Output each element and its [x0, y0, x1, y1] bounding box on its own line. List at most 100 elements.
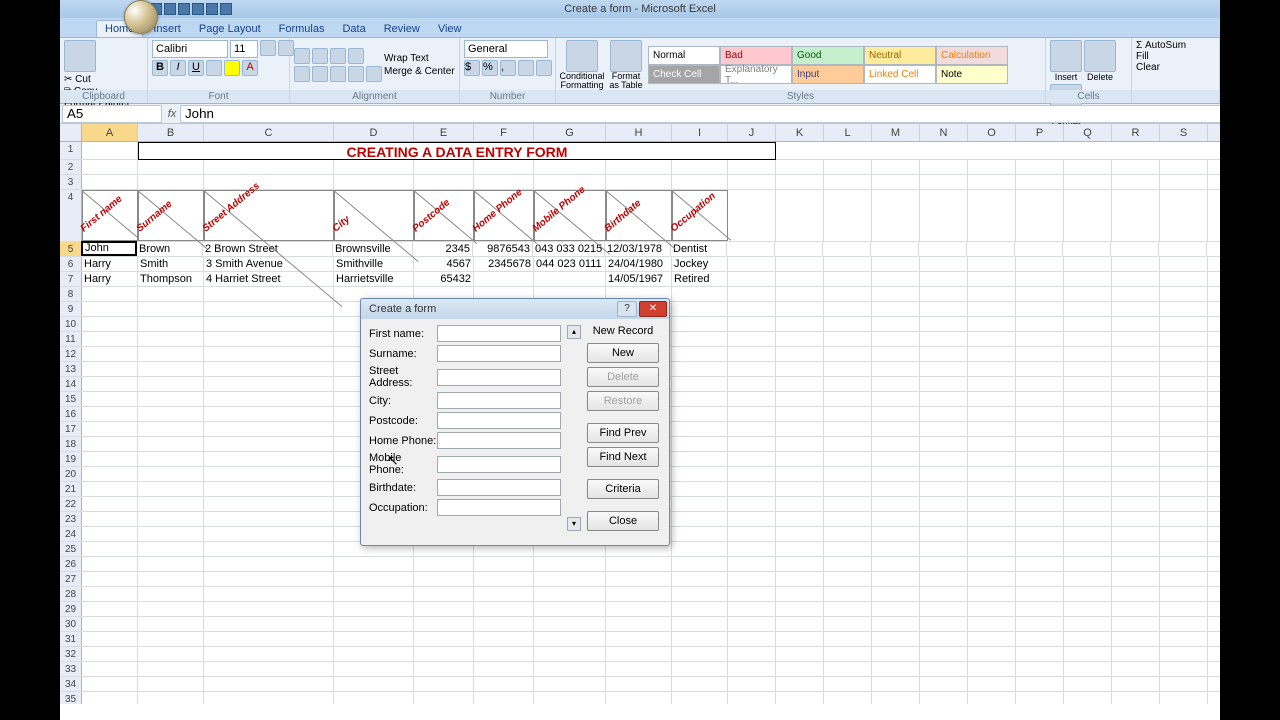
cell[interactable] [824, 347, 872, 361]
cell[interactable] [534, 160, 606, 174]
cell[interactable] [728, 272, 776, 286]
cell[interactable] [872, 497, 920, 511]
cell[interactable]: 3 Smith Avenue [204, 257, 334, 271]
cell[interactable] [824, 287, 872, 301]
cell[interactable] [672, 452, 728, 466]
cell[interactable] [920, 542, 968, 556]
dialog-close-button[interactable]: ✕ [639, 301, 667, 317]
cell[interactable] [776, 482, 824, 496]
cell[interactable]: Jockey [672, 257, 728, 271]
qat-form-icon[interactable] [220, 3, 232, 15]
cell[interactable] [204, 692, 334, 704]
cell[interactable] [204, 377, 334, 391]
cell[interactable] [1160, 662, 1208, 676]
cell[interactable] [1112, 287, 1160, 301]
cell[interactable] [138, 482, 204, 496]
row-header[interactable]: 1 [60, 142, 82, 159]
cell[interactable] [204, 632, 334, 646]
cell[interactable] [334, 662, 414, 676]
col-header-C[interactable]: C [204, 124, 334, 141]
cell[interactable] [872, 272, 920, 286]
cell[interactable] [824, 572, 872, 586]
cell[interactable] [968, 272, 1016, 286]
cell[interactable] [1160, 347, 1208, 361]
cell[interactable] [138, 362, 204, 376]
cell[interactable] [728, 332, 776, 346]
style-good[interactable]: Good [792, 46, 864, 65]
cell[interactable] [138, 572, 204, 586]
cell[interactable] [920, 407, 968, 421]
cell[interactable] [1160, 437, 1208, 451]
cell[interactable] [474, 557, 534, 571]
row-header[interactable]: 20 [60, 467, 82, 481]
cell[interactable] [968, 692, 1016, 704]
cell[interactable] [82, 527, 138, 541]
cell[interactable] [968, 437, 1016, 451]
cell[interactable]: Dentist [671, 242, 727, 256]
cell[interactable] [1160, 467, 1208, 481]
cell[interactable] [204, 407, 334, 421]
cell[interactable] [1112, 587, 1160, 601]
cell[interactable] [672, 482, 728, 496]
cell[interactable] [1112, 452, 1160, 466]
cell[interactable] [534, 272, 606, 286]
cell[interactable] [334, 160, 414, 174]
align-center-icon[interactable] [312, 66, 328, 82]
cell[interactable] [1112, 392, 1160, 406]
field-input-home-phone-[interactable] [437, 432, 561, 449]
col-header-L[interactable]: L [824, 124, 872, 141]
dialog-scroll-down[interactable]: ▾ [567, 517, 581, 531]
cell[interactable] [138, 347, 204, 361]
cell[interactable] [672, 317, 728, 331]
cell[interactable] [728, 422, 776, 436]
cell[interactable] [1016, 557, 1064, 571]
cell[interactable] [920, 572, 968, 586]
cell[interactable] [1160, 287, 1208, 301]
cell[interactable] [728, 572, 776, 586]
field-input-city-[interactable] [437, 392, 561, 409]
header-cell[interactable] [1112, 190, 1160, 241]
cell[interactable] [824, 317, 872, 331]
format-as-table-icon[interactable] [610, 40, 642, 72]
col-header-I[interactable]: I [672, 124, 728, 141]
row-header[interactable]: 2 [60, 160, 82, 174]
cell[interactable] [871, 242, 919, 256]
cell[interactable] [82, 392, 138, 406]
cut-button[interactable]: ✂ Cut [64, 74, 130, 85]
cell[interactable] [1160, 572, 1208, 586]
header-cell[interactable] [1160, 190, 1208, 241]
cell[interactable] [968, 257, 1016, 271]
cell[interactable] [204, 467, 334, 481]
cell[interactable] [414, 572, 474, 586]
cell[interactable] [606, 175, 672, 189]
cell[interactable] [920, 587, 968, 601]
cell[interactable]: 65432 [414, 272, 474, 286]
cell[interactable] [872, 662, 920, 676]
cell[interactable] [1112, 482, 1160, 496]
cell[interactable] [1064, 542, 1112, 556]
cell[interactable] [672, 497, 728, 511]
cell[interactable] [334, 557, 414, 571]
header-cell[interactable] [1016, 190, 1064, 241]
cell[interactable] [672, 347, 728, 361]
cell[interactable] [672, 632, 728, 646]
cell[interactable] [204, 332, 334, 346]
cell[interactable] [1160, 527, 1208, 541]
border-icon[interactable] [206, 60, 222, 76]
header-cell[interactable] [1064, 190, 1112, 241]
cell[interactable] [606, 587, 672, 601]
cell[interactable] [1064, 257, 1112, 271]
cell[interactable] [82, 692, 138, 704]
cell[interactable] [474, 632, 534, 646]
cell[interactable] [920, 175, 968, 189]
criteria-button[interactable]: Criteria [587, 479, 659, 499]
align-bottom-icon[interactable] [330, 48, 346, 64]
cell[interactable] [776, 422, 824, 436]
cell[interactable]: Brown [137, 242, 203, 256]
indent-dec-icon[interactable] [348, 66, 364, 82]
cell[interactable] [872, 287, 920, 301]
cell[interactable] [824, 302, 872, 316]
cell[interactable] [1160, 175, 1208, 189]
cell[interactable]: Harry [82, 272, 138, 286]
cell[interactable] [138, 497, 204, 511]
